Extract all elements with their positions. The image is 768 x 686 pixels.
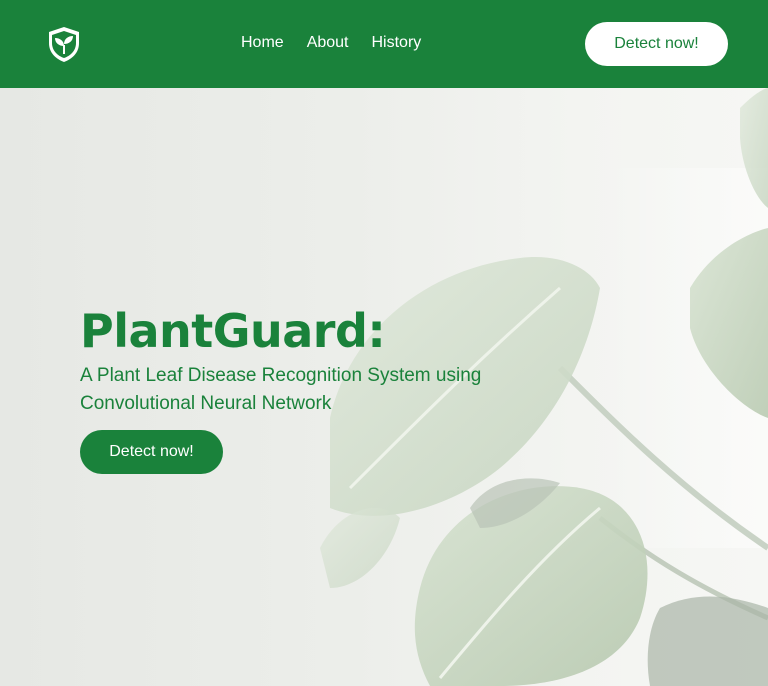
hero-title: PlantGuard: <box>80 304 386 358</box>
shield-sprout-icon[interactable] <box>46 25 82 63</box>
hero-subtitle: A Plant Leaf Disease Recognition System … <box>80 365 482 414</box>
nav-link-history[interactable]: History <box>372 34 422 52</box>
hero-content: PlantGuard: A Plant Leaf Disease Recogni… <box>80 304 500 474</box>
top-navbar: Home About History Detect now! <box>0 0 768 88</box>
hero-section: PlantGuard: A Plant Leaf Disease Recogni… <box>0 88 768 686</box>
nav-link-about[interactable]: About <box>307 34 349 52</box>
detect-now-nav-button[interactable]: Detect now! <box>585 22 728 66</box>
detect-now-hero-button[interactable]: Detect now! <box>80 430 223 474</box>
nav-links: Home About History <box>241 34 421 52</box>
nav-link-home[interactable]: Home <box>241 34 284 52</box>
